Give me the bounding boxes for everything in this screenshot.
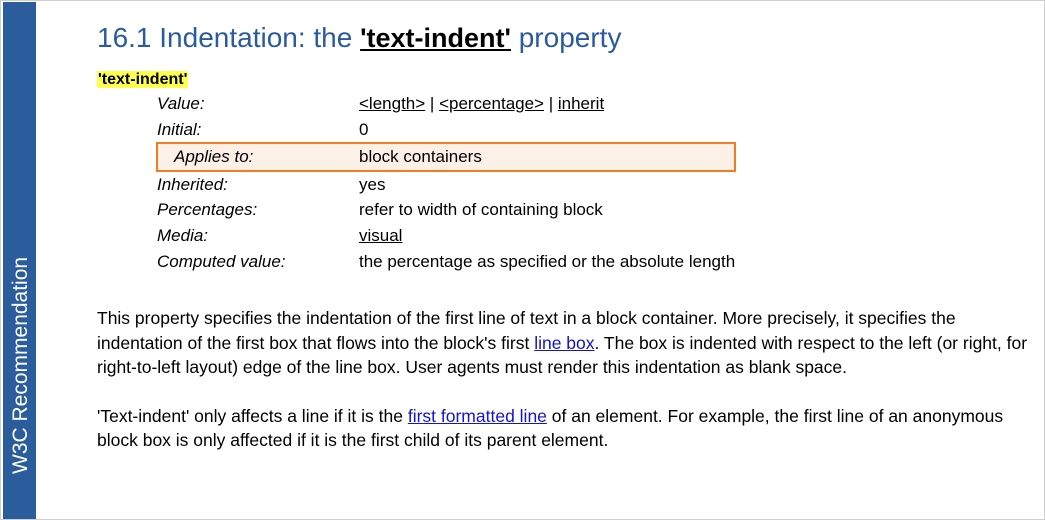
row-label: Value: [157,94,205,113]
row-value: <length> | <percentage> | inherit [359,91,735,117]
value-separator: | [425,94,440,113]
link-line-box[interactable]: line box [534,333,594,353]
table-row-highlighted: Applies to: block containers [156,142,737,172]
value-token-inherit[interactable]: inherit [558,94,604,113]
row-value: the percentage as specified or the absol… [359,252,736,271]
body-paragraph-2: 'Text-indent' only affects a line if it … [97,404,1039,453]
page-title-prefix: 16.1 Indentation: the [97,22,361,53]
page-title: 16.1 Indentation: the 'text-indent' prop… [97,1,1039,55]
row-label: Applies to: [156,142,359,172]
row-value: block containers [359,142,737,172]
row-label: Media: [157,226,209,245]
value-token-percentage[interactable]: <percentage> [439,94,544,113]
sidebar-label: W3C Recommendation [9,256,32,474]
slide-page: W3C Recommendation 16.1 Indentation: the… [0,0,1045,520]
row-label: Initial: [157,119,202,139]
row-label: Percentages: [157,200,258,219]
value-token-visual[interactable]: visual [359,226,402,245]
table-row: Media: visual [157,223,735,249]
link-first-formatted-line[interactable]: first formatted line [408,406,547,426]
row-value: visual [359,223,735,249]
property-name-heading: 'text-indent' [97,71,1039,89]
page-title-property: 'text-indent' [360,23,511,53]
value-token-length[interactable]: <length> [359,94,425,113]
property-name-highlighted: 'text-indent' [97,71,189,88]
sidebar-ribbon: W3C Recommendation [3,2,36,519]
table-row: Percentages: refer to width of containin… [157,197,735,223]
body-paragraph-1: This property specifies the indentation … [97,306,1039,380]
value-separator: | [543,94,558,113]
page-title-suffix: property [510,22,622,53]
table-row: Value: <length> | <percentage> | inherit [157,91,735,117]
row-value: refer to width of containing block [359,200,603,219]
row-value: 0 [359,119,369,139]
paragraph-2-text-before-link: 'Text-indent' only affects a line if it … [97,405,408,426]
row-value: yes [359,174,386,194]
slide-content: 16.1 Indentation: the 'text-indent' prop… [97,1,1039,519]
table-row: Computed value: the percentage as specif… [157,249,735,275]
table-row: Inherited: yes [157,171,735,197]
row-label: Inherited: [157,174,228,194]
table-row: Initial: 0 [157,117,735,143]
property-definition-table: Value: <length> | <percentage> | inherit… [156,91,737,275]
row-label: Computed value: [157,252,286,271]
